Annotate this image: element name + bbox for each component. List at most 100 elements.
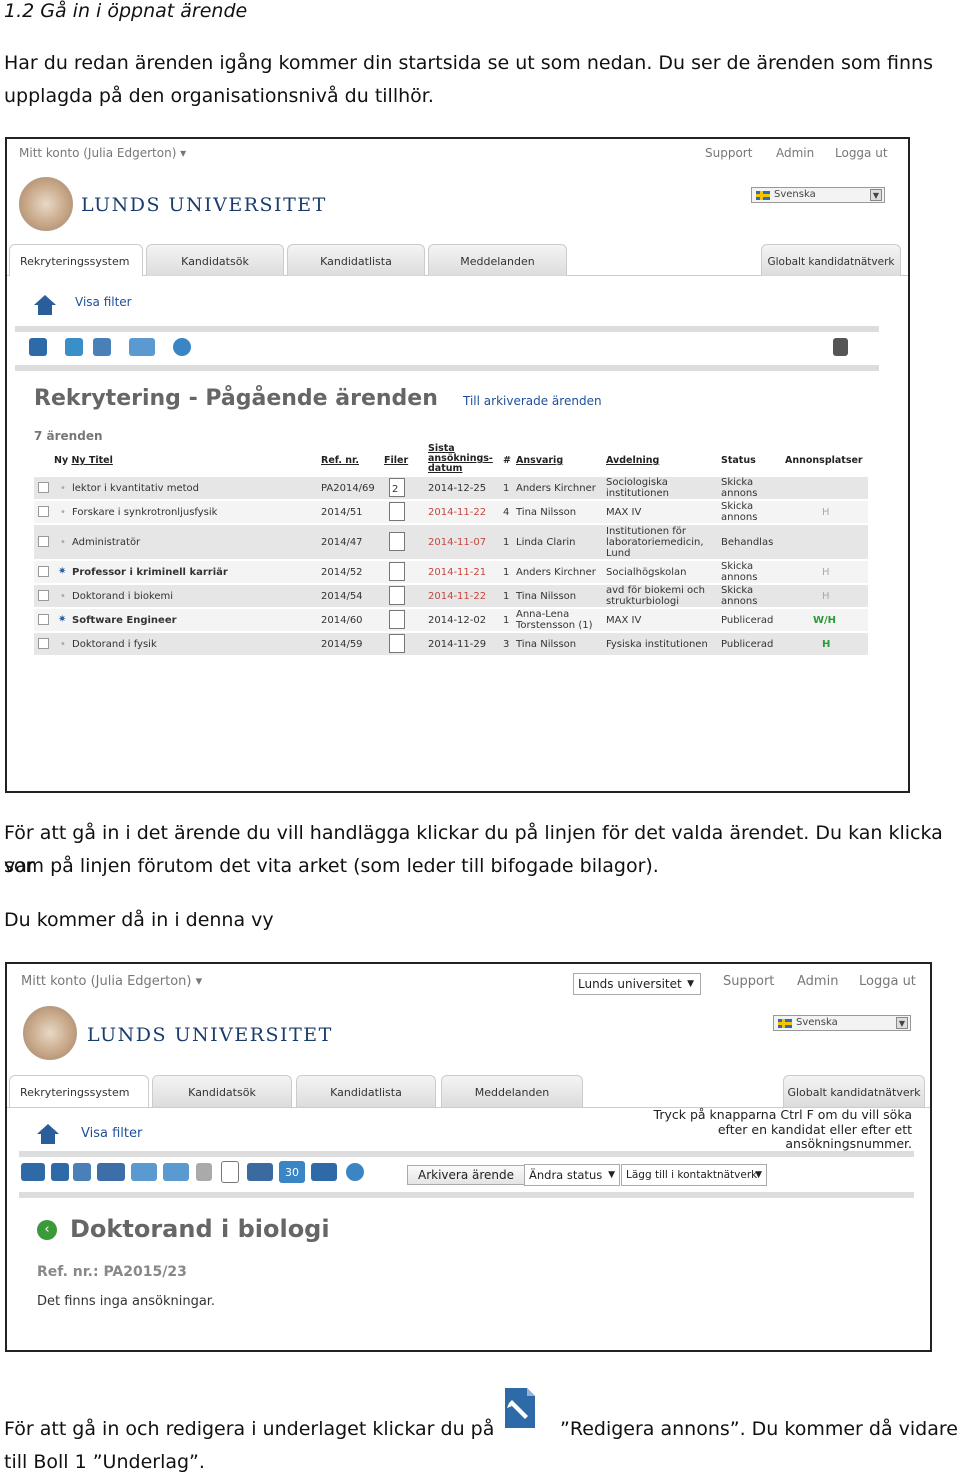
attachment-sheet-icon[interactable]: 2	[389, 478, 405, 497]
col-header-responsible[interactable]: Ansvarig	[516, 455, 563, 466]
account-menu[interactable]: Mitt konto (Julia Edgerton) ▾	[21, 974, 202, 989]
edit-ad-icon[interactable]	[51, 1163, 69, 1181]
row-checkbox[interactable]	[38, 566, 49, 577]
change-status-select[interactable]: Ändra status ▼	[524, 1164, 620, 1186]
paragraph-4-line-1-b: ”Redigera annons”. Du kommer då vidare	[560, 1418, 958, 1440]
chat-edit-icon[interactable]	[311, 1163, 337, 1181]
refresh-icon[interactable]	[346, 1163, 364, 1181]
table-row[interactable]: • Administratör 2014/47 2014-11-07 1 Lin…	[34, 525, 868, 559]
tab-kandidatsok[interactable]: Kandidatsök	[152, 1075, 292, 1107]
language-select[interactable]: Svenska ▼	[773, 1015, 911, 1031]
home-icon[interactable]	[34, 295, 56, 315]
row-ref: 2014/51	[321, 507, 363, 518]
logout-link[interactable]: Logga ut	[859, 974, 916, 989]
logout-link[interactable]: Logga ut	[835, 146, 888, 160]
admin-link[interactable]: Admin	[797, 974, 838, 989]
row-department: MAX IV	[606, 615, 642, 626]
row-date: 2014-11-07	[428, 537, 487, 548]
col-header-ref[interactable]: Ref. nr.	[321, 455, 359, 466]
message-bubble-icon[interactable]	[21, 1163, 45, 1181]
tab-rekryteringssystem[interactable]: Rekryteringssystem	[9, 1075, 149, 1107]
row-count: 1	[503, 567, 510, 578]
table-row[interactable]: • Doktorand i biokemi 2014/54 2014-11-22…	[34, 585, 868, 607]
row-checkbox[interactable]	[38, 482, 49, 493]
col-header-ny[interactable]: Ny Ny Titel	[54, 455, 113, 466]
row-title: Administratör	[72, 537, 141, 548]
tab-kandidatlista[interactable]: Kandidatlista	[296, 1075, 436, 1107]
row-ads: H	[822, 591, 830, 602]
row-checkbox[interactable]	[38, 590, 49, 601]
account-menu[interactable]: Mitt konto (Julia Edgerton) ▾	[19, 146, 186, 160]
refresh-icon[interactable]	[173, 338, 191, 356]
edit-ad-icon[interactable]	[29, 338, 47, 356]
row-date: 2014-11-22	[428, 507, 487, 518]
table-row[interactable]: • Forskare i synkrotronljusfysik 2014/51…	[34, 501, 868, 523]
row-status: Skicka	[721, 477, 754, 488]
tab-rekryteringssystem[interactable]: Rekryteringssystem	[9, 244, 143, 276]
case-title: Doktorand i biologi	[70, 1215, 330, 1243]
attachment-sheet-icon[interactable]	[389, 610, 405, 629]
new-case-icon[interactable]	[65, 338, 83, 356]
row-ref: 2014/52	[321, 567, 363, 578]
chevron-down-icon: ▼	[608, 1170, 615, 1180]
row-ads: W/H	[813, 615, 837, 626]
statistics-icon[interactable]	[131, 1163, 157, 1181]
language-label: Svenska	[796, 1017, 838, 1028]
row-checkbox[interactable]	[38, 536, 49, 547]
support-link[interactable]: Support	[723, 974, 774, 989]
row-checkbox[interactable]	[38, 614, 49, 625]
col-header-files[interactable]: Filer	[384, 455, 408, 466]
table-row[interactable]: ✷ Software Engineer 2014/60 2014-12-02 1…	[34, 609, 868, 631]
col-header-ads: Annonsplatser	[785, 455, 863, 466]
attachment-sheet-icon[interactable]	[389, 586, 405, 605]
envelope-icon[interactable]	[97, 1163, 125, 1181]
row-ads: H	[822, 567, 830, 578]
archive-case-button[interactable]: Arkivera ärende	[407, 1165, 526, 1185]
attachment-sheet-icon[interactable]	[389, 532, 405, 551]
table-row[interactable]: • lektor i kvantitativ metod PA2014/69 2…	[34, 477, 868, 499]
show-filter-link[interactable]: Visa filter	[75, 295, 132, 309]
edit-ad-icon	[505, 1388, 535, 1428]
add-to-network-select[interactable]: Lägg till i kontaktnätverk ▼	[621, 1164, 767, 1186]
paragraph-1-line-1: Har du redan ärenden igång kommer din st…	[4, 52, 933, 74]
support-link[interactable]: Support	[705, 146, 752, 160]
add-user-icon[interactable]	[247, 1163, 273, 1181]
attachment-sheet-icon[interactable]	[389, 562, 405, 581]
tab-globalt-kandidatnatverk[interactable]: Globalt kandidatnätverk	[783, 1075, 925, 1107]
row-checkbox[interactable]	[38, 506, 49, 517]
row-status: Skicka	[721, 561, 754, 572]
archived-cases-link[interactable]: Till arkiverade ärenden	[463, 394, 602, 408]
col-header-deadline[interactable]: Sista ansöknings-datum	[428, 444, 493, 474]
calendar-icon[interactable]: 30	[279, 1161, 305, 1183]
language-select[interactable]: Svenska ▼	[751, 187, 885, 203]
row-count: 3	[503, 639, 510, 650]
row-checkbox[interactable]	[38, 638, 49, 649]
preview-icon[interactable]	[73, 1163, 91, 1181]
tab-globalt-kandidatnatverk[interactable]: Globalt kandidatnätverk	[761, 244, 901, 276]
tab-meddelanden[interactable]: Meddelanden	[441, 1075, 583, 1107]
search-hint: Tryck på knapparna Ctrl F om du vill sök…	[653, 1107, 912, 1151]
screenshot-case-view: Mitt konto (Julia Edgerton) ▾ Lunds univ…	[5, 962, 932, 1352]
row-ref: 2014/54	[321, 591, 363, 602]
back-arrow-icon[interactable]: ‹	[37, 1220, 57, 1240]
tab-kandidatlista[interactable]: Kandidatlista	[287, 244, 425, 276]
table-row[interactable]: • Doktorand i fysik 2014/59 2014-11-29 3…	[34, 633, 868, 655]
attachment-sheet-icon[interactable]	[389, 634, 405, 653]
col-header-department[interactable]: Avdelning	[606, 455, 659, 466]
tab-kandidatsok[interactable]: Kandidatsök	[146, 244, 284, 276]
row-title: Forskare i synkrotronljusfysik	[72, 507, 218, 518]
show-filter-link[interactable]: Visa filter	[81, 1126, 142, 1141]
preview-icon[interactable]	[93, 338, 111, 356]
organization-select[interactable]: Lunds universitet ▼	[573, 973, 701, 995]
chart-edit-icon[interactable]	[163, 1163, 189, 1181]
attachment-sheet-icon[interactable]	[389, 502, 405, 521]
filter-funnel-icon[interactable]	[196, 1163, 212, 1181]
admin-link[interactable]: Admin	[776, 146, 814, 160]
home-icon[interactable]	[37, 1124, 59, 1144]
table-row[interactable]: ✷ Professor i kriminell karriär 2014/52 …	[34, 561, 868, 583]
tab-meddelanden[interactable]: Meddelanden	[428, 244, 567, 276]
row-status: Publicerad	[721, 639, 774, 650]
statistics-icon[interactable]	[129, 338, 155, 356]
trash-icon[interactable]	[833, 338, 848, 356]
document-icon[interactable]	[221, 1161, 239, 1183]
